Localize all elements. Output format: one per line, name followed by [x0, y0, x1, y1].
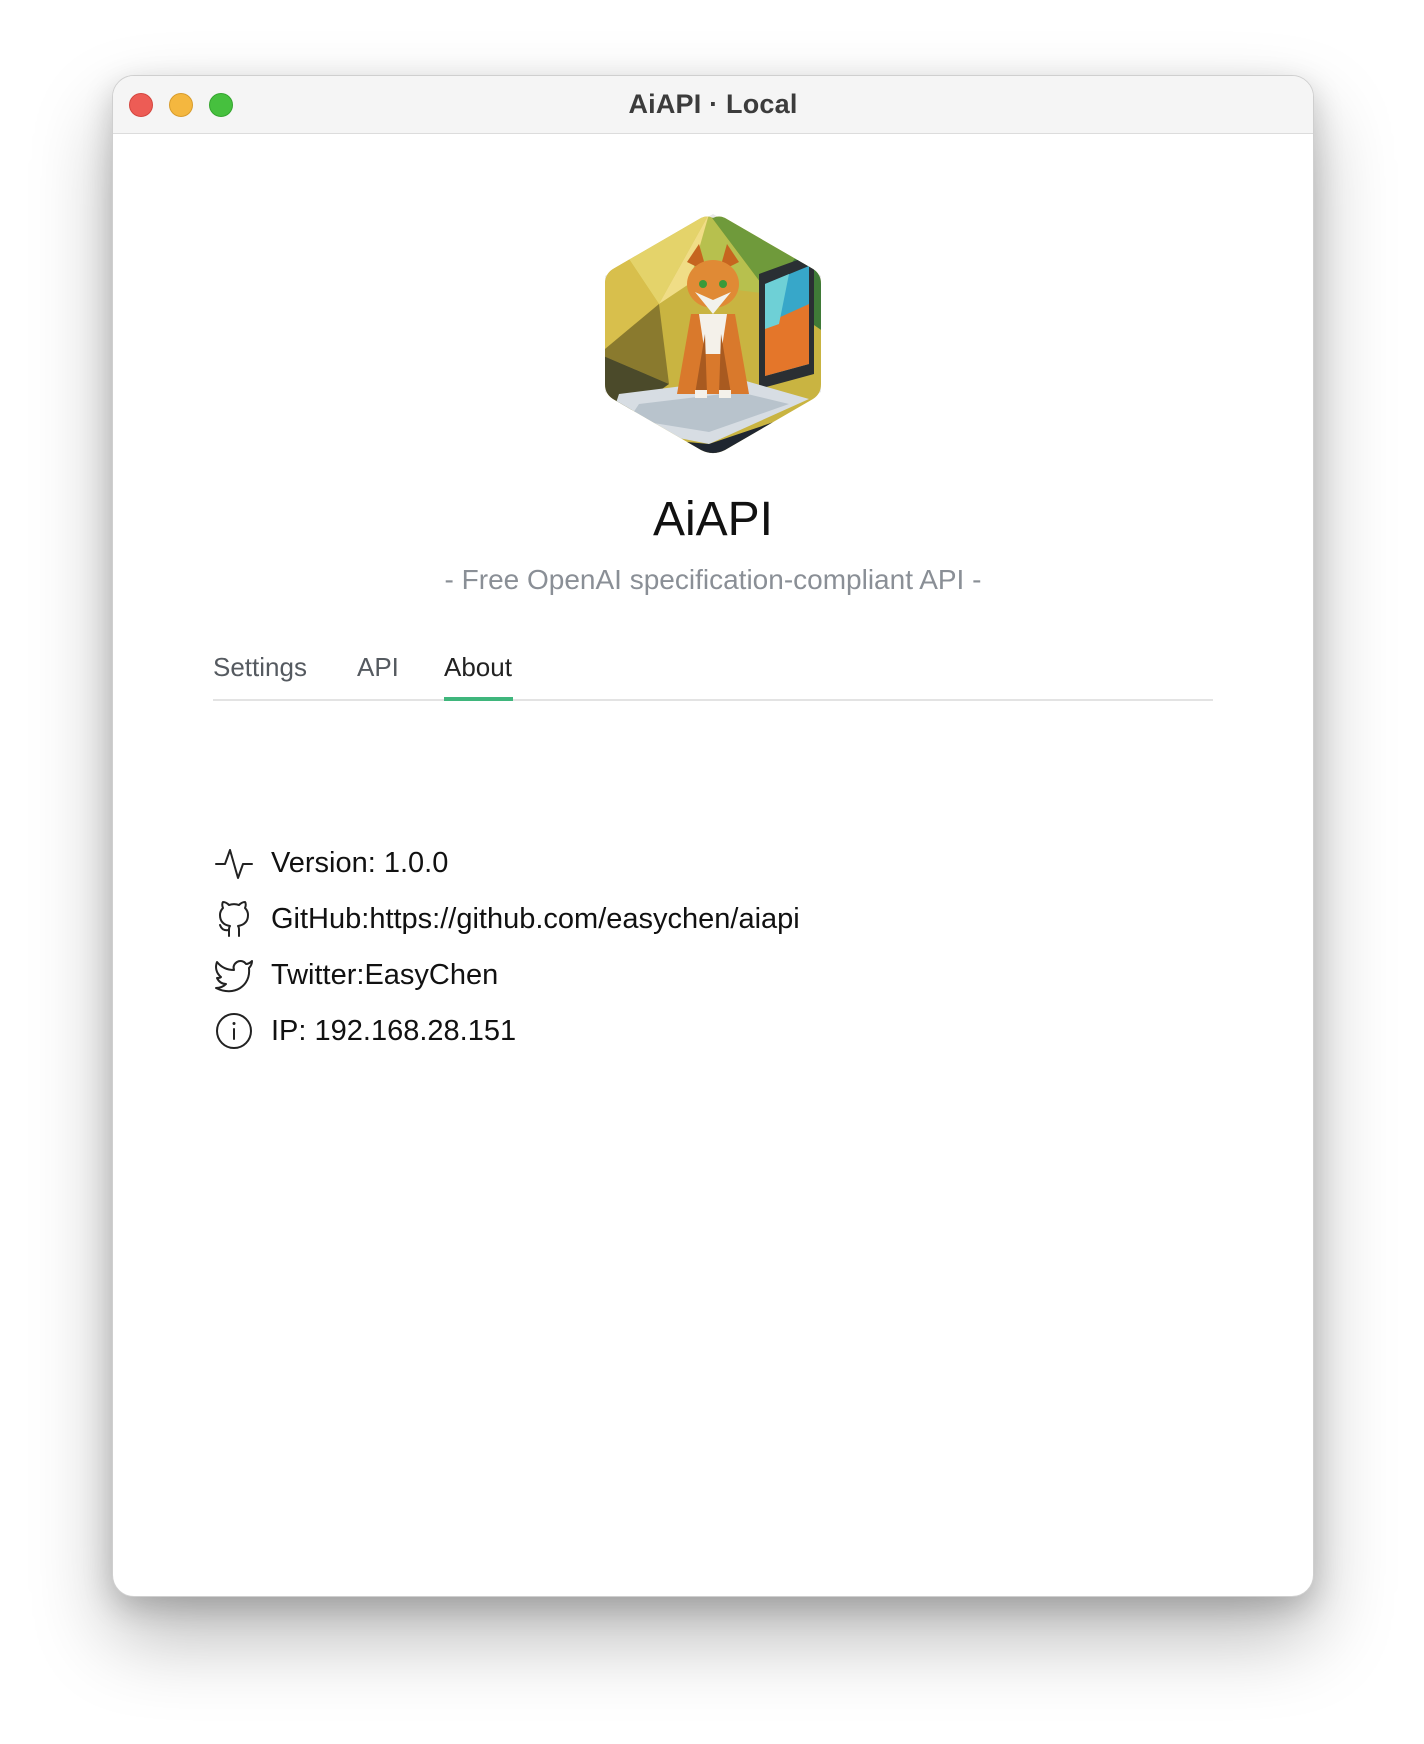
app-name: AiAPI: [652, 493, 774, 546]
version-row: Version: 1.0.0: [213, 841, 448, 885]
tab-bar: Settings API About: [213, 644, 1213, 701]
tab-api[interactable]: API: [357, 652, 399, 683]
ip-text: IP: 192.168.28.151: [271, 1014, 517, 1047]
twitter-icon: [215, 959, 253, 993]
app-logo: [605, 214, 821, 454]
ip-row: IP: 192.168.28.151: [213, 1009, 516, 1053]
activity-icon: [215, 849, 253, 879]
twitter-link[interactable]: Twitter:EasyChen: [271, 959, 498, 992]
twitter-row[interactable]: Twitter:EasyChen: [213, 953, 498, 997]
version-text: Version: 1.0.0: [271, 846, 449, 879]
github-icon: [219, 901, 249, 937]
window-title: AiAPI · Local: [628, 89, 798, 119]
active-tab-indicator: [444, 697, 513, 701]
tab-settings[interactable]: Settings: [213, 652, 307, 683]
title-bar[interactable]: AiAPI · Local: [113, 76, 1313, 134]
info-icon: [216, 1013, 252, 1049]
main-content: AiAPI - Free OpenAI specification-compli…: [113, 134, 1313, 1596]
tab-about[interactable]: About: [444, 652, 512, 683]
github-link[interactable]: GitHub:https://github.com/easychen/aiapi: [271, 903, 800, 936]
app-window: AiAPI · Local AiAPI - Free OpenAI specif…: [112, 75, 1314, 1597]
app-subtitle: - Free OpenAI specification-compliant AP…: [444, 564, 982, 595]
github-row[interactable]: GitHub:https://github.com/easychen/aiapi: [213, 897, 800, 941]
